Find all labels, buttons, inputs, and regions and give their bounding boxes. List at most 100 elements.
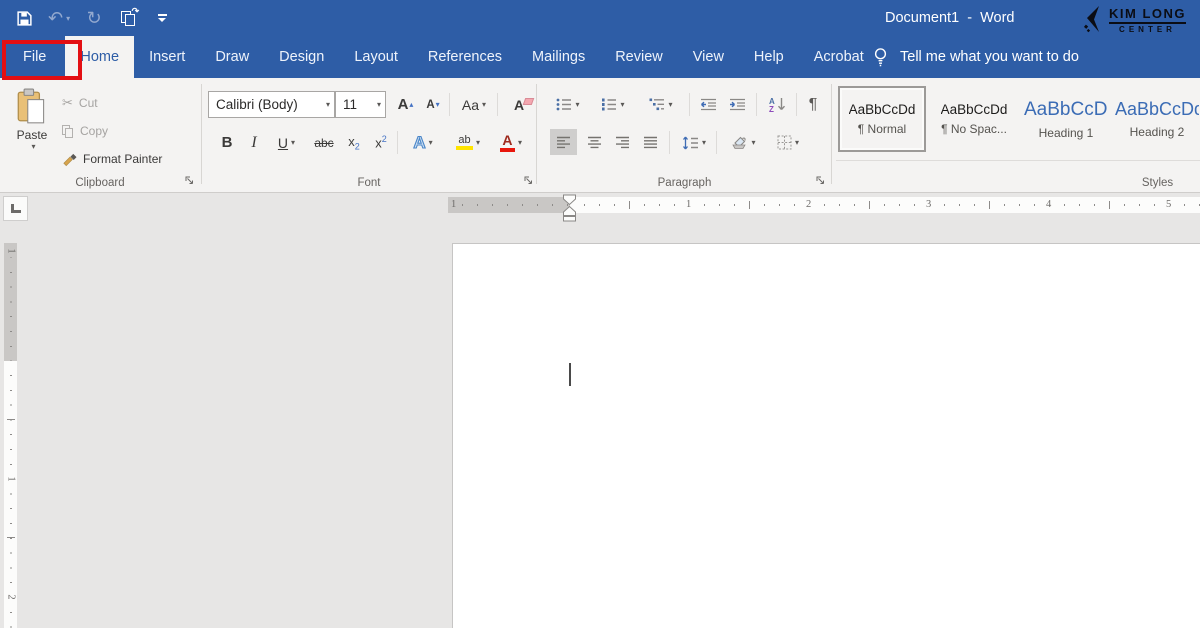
font-size-dropdown-icon[interactable]: ▾: [377, 100, 381, 109]
align-right-icon: [615, 136, 630, 149]
ruler-ticks: [570, 197, 1200, 213]
italic-button[interactable]: I: [242, 129, 266, 156]
redo-button[interactable]: ↻: [84, 5, 104, 31]
font-family-value: Calibri (Body): [216, 97, 298, 112]
tab-layout[interactable]: Layout: [339, 36, 413, 78]
shading-dropdown-icon[interactable]: ▾: [751, 138, 755, 147]
font-family-dropdown-icon[interactable]: ▾: [326, 100, 330, 109]
brand-subname: CENTER: [1119, 25, 1176, 34]
underline-button[interactable]: U▾: [268, 129, 305, 156]
borders-dropdown-icon[interactable]: ▾: [795, 138, 799, 147]
undo-dropdown-icon[interactable]: ▾: [66, 14, 70, 23]
multilevel-list-button[interactable]: ▾: [638, 91, 684, 118]
grow-font-button[interactable]: A▴: [392, 91, 419, 118]
shrink-font-button[interactable]: A▾: [421, 91, 445, 118]
decrease-indent-button[interactable]: [695, 91, 722, 118]
font-color-dropdown-icon[interactable]: ▾: [518, 138, 522, 147]
pilcrow-icon: ¶: [809, 96, 818, 114]
tab-design[interactable]: Design: [264, 36, 339, 78]
undo-icon: ↶: [48, 9, 63, 27]
superscript-button[interactable]: x2: [367, 129, 395, 156]
align-left-button[interactable]: [550, 129, 577, 155]
style-heading-2[interactable]: AaBbCcDd Heading 2: [1114, 86, 1200, 152]
font-size-combo[interactable]: 11 ▾: [335, 91, 386, 118]
tab-stop-selector[interactable]: [3, 196, 28, 221]
bold-button[interactable]: B: [214, 129, 240, 156]
font-family-combo[interactable]: Calibri (Body) ▾: [208, 91, 335, 118]
tab-home[interactable]: Home: [65, 36, 134, 78]
clipboard-group-label: Clipboard: [0, 177, 200, 189]
brand-name: KIM LONG: [1109, 6, 1186, 24]
align-center-button[interactable]: [581, 129, 608, 155]
paste-button[interactable]: Paste ▾: [8, 88, 56, 164]
increase-indent-button[interactable]: [724, 91, 751, 118]
show-hide-marks-button[interactable]: ¶: [800, 91, 826, 118]
copy-button-qat[interactable]: ↷: [118, 5, 138, 31]
window-title: Document1 - Word: [885, 0, 1014, 36]
clipboard-dialog-launcher[interactable]: [182, 173, 196, 187]
indent-markers[interactable]: [561, 194, 579, 222]
subscript-button[interactable]: x2: [341, 129, 367, 156]
paste-dropdown-icon[interactable]: ▾: [31, 142, 35, 151]
tab-draw[interactable]: Draw: [200, 36, 264, 78]
style-normal[interactable]: AaBbCcDd ¶ Normal: [838, 86, 926, 152]
quick-access-toolbar: ↶▾ ↻ ↷: [14, 0, 172, 36]
ruler-number: 1: [5, 473, 17, 486]
left-indent-marker[interactable]: [564, 217, 576, 222]
first-line-indent-marker[interactable]: [564, 195, 576, 205]
paragraph-dialog-launcher[interactable]: [813, 173, 827, 187]
tab-references[interactable]: References: [413, 36, 517, 78]
tab-view[interactable]: View: [678, 36, 739, 78]
tab-insert[interactable]: Insert: [134, 36, 200, 78]
tab-file[interactable]: File: [4, 36, 65, 78]
separator: [716, 131, 717, 154]
align-right-button[interactable]: [609, 129, 636, 155]
style-heading-1[interactable]: AaBbCcDd Heading 1: [1022, 86, 1110, 152]
underline-dropdown-icon[interactable]: ▾: [291, 138, 295, 147]
separator: [796, 93, 797, 116]
text-highlight-button[interactable]: ab▾: [447, 129, 489, 156]
h-ruler-margin[interactable]: 1: [448, 197, 570, 213]
v-ruler-content[interactable]: 12: [4, 361, 17, 628]
tab-help[interactable]: Help: [739, 36, 799, 78]
bullets-button[interactable]: ▾: [548, 91, 588, 118]
numbering-dropdown-icon[interactable]: ▾: [620, 100, 624, 109]
justify-button[interactable]: [637, 129, 664, 155]
sort-button[interactable]: A Z: [762, 91, 792, 118]
customize-qat-icon: [158, 14, 167, 22]
font-color-button[interactable]: A▾: [491, 129, 531, 156]
v-ruler-margin[interactable]: 1: [4, 243, 17, 361]
numbering-button[interactable]: ▾: [592, 91, 634, 118]
strikethrough-button[interactable]: abc: [309, 129, 339, 156]
ruler-number: 2: [804, 198, 813, 211]
shading-button[interactable]: ▾: [723, 129, 763, 156]
tab-mailings[interactable]: Mailings: [517, 36, 600, 78]
line-spacing-dropdown-icon[interactable]: ▾: [702, 138, 706, 147]
text-effects-dropdown-icon[interactable]: ▾: [429, 138, 433, 147]
undo-button[interactable]: ↶▾: [48, 5, 70, 31]
h-ruler-content[interactable]: 12345: [570, 197, 1200, 213]
style-no-spacing[interactable]: AaBbCcDd ¶ No Spac...: [930, 86, 1018, 152]
tell-me-box[interactable]: Tell me what you want to do: [872, 36, 1079, 78]
change-case-button[interactable]: Aa▾: [456, 91, 492, 118]
highlight-dropdown-icon[interactable]: ▾: [476, 138, 480, 147]
hanging-indent-marker[interactable]: [564, 207, 576, 216]
styles-gallery-divider: [836, 160, 1200, 161]
paste-label: Paste: [17, 128, 48, 142]
document-page[interactable]: [452, 243, 1200, 628]
line-spacing-button[interactable]: ▾: [676, 129, 712, 156]
font-dialog-launcher[interactable]: [521, 173, 535, 187]
multilevel-dropdown-icon[interactable]: ▾: [668, 100, 672, 109]
format-painter-button[interactable]: Format Painter: [62, 148, 162, 170]
bullets-dropdown-icon[interactable]: ▾: [575, 100, 579, 109]
customize-qat-button[interactable]: [152, 5, 172, 31]
superscript-icon: x2: [375, 134, 387, 150]
ruler-ticks: [4, 243, 17, 361]
cut-icon: ✂: [62, 95, 73, 111]
text-effects-button[interactable]: A▾: [403, 129, 443, 156]
tab-acrobat[interactable]: Acrobat: [799, 36, 879, 78]
save-button[interactable]: [14, 5, 34, 31]
borders-button[interactable]: ▾: [767, 129, 809, 156]
clear-formatting-button[interactable]: A: [504, 91, 534, 118]
tab-review[interactable]: Review: [600, 36, 678, 78]
